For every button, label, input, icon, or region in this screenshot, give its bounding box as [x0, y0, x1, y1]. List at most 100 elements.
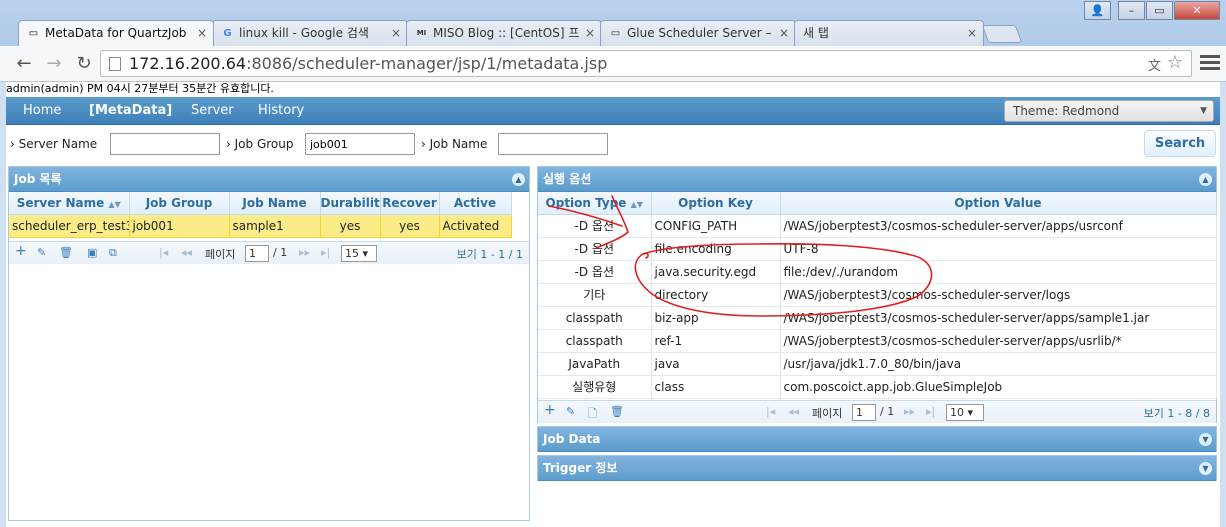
server-name-input[interactable] [110, 133, 220, 155]
col-header[interactable]: Server Name ▲▼ [9, 192, 130, 215]
page-size-select[interactable]: 10 ▾ [946, 404, 984, 421]
add-icon[interactable]: + [15, 243, 27, 259]
tab-glue[interactable]: ▭ Glue Scheduler Server – × [600, 20, 796, 46]
panel-title: Job Data ▼ [538, 427, 1216, 452]
nav-home[interactable]: Home [23, 103, 61, 118]
table-row[interactable]: -D 옵션 CONFIG_PATH/WAS/joberptest3/cosmos-… [538, 214, 1217, 238]
trigger-panel[interactable]: Trigger 정보 ▼ [537, 455, 1217, 481]
job-group-input[interactable] [305, 133, 415, 155]
close-icon[interactable]: × [197, 21, 207, 45]
edit-icon[interactable]: ✎ [566, 405, 575, 418]
cell: JavaPath [538, 352, 652, 376]
table-row[interactable]: 기타 directory/WAS/joberptest3/cosmos-sched… [538, 283, 1217, 307]
cell: directory [651, 283, 781, 307]
delete-icon[interactable]: 🗑 [59, 246, 73, 259]
close-icon[interactable]: × [585, 21, 595, 45]
forward-arrow-icon[interactable]: → [42, 52, 66, 76]
table-row[interactable]: classpath ref-1/WAS/joberptest3/cosmos-sc… [538, 329, 1217, 353]
tab-miso[interactable]: MI MISO Blog :: [CentOS] 프 × [406, 20, 602, 46]
last-page-icon[interactable]: ▸| [926, 405, 935, 418]
edit-icon[interactable]: ✎ [37, 246, 46, 259]
record-info: 보기 1 - 1 / 1 [456, 248, 523, 261]
nav-history[interactable]: History [258, 103, 304, 118]
next-page-icon[interactable]: ▸▸ [904, 405, 915, 418]
col-header[interactable]: Option Type ▲▼ [538, 192, 652, 215]
menu-icon[interactable] [1200, 55, 1220, 73]
expand-icon[interactable]: ▼ [1199, 433, 1212, 446]
star-icon[interactable]: ☆ [1167, 52, 1183, 73]
cell: -D 옵션 [538, 214, 652, 238]
cell: file:/dev/./urandom [780, 260, 1217, 284]
close-icon[interactable]: × [967, 21, 977, 45]
close-window-button[interactable]: ✕ [1174, 1, 1220, 20]
first-page-icon[interactable]: |◂ [159, 246, 168, 259]
add-icon[interactable]: + [544, 402, 556, 418]
nav-server[interactable]: Server [191, 103, 234, 118]
table-row[interactable]: scheduler_erp_test3 job001 sample1 yes y… [9, 214, 512, 238]
table-header-row: Server Name ▲▼ Job Group Job Name Durabi… [9, 192, 512, 215]
prev-page-icon[interactable]: ◂◂ [181, 246, 192, 259]
delete-icon[interactable]: 🗑 [610, 405, 624, 418]
table-row[interactable]: -D 옵션 file.encoding UTF-8 [538, 237, 1217, 261]
tab-google[interactable]: G linux kill - Google 검색 × [212, 20, 408, 46]
cell: yes [380, 214, 440, 238]
col-header[interactable]: Recover [380, 192, 440, 215]
table-row[interactable]: -D 옵션 java.security.egd file:/dev/./urando… [538, 260, 1217, 284]
cell: java [651, 352, 781, 376]
col-header[interactable]: Option Key [651, 192, 781, 215]
cell: /usr/java/jdk1.7.0_80/bin/java [780, 352, 1217, 376]
col-header[interactable]: Durabilit [320, 192, 381, 215]
table-row[interactable]: classpath biz-app/WAS/joberptest3/cosmos-… [538, 306, 1217, 330]
page-input[interactable]: 1 [852, 404, 876, 421]
tab-title: 새 탭 [803, 26, 829, 40]
col-header[interactable]: Job Group [129, 192, 230, 215]
page-input[interactable]: 1 [245, 245, 269, 262]
collapse-icon[interactable]: ▲ [512, 173, 525, 186]
job-table: Server Name ▲▼ Job Group Job Name Durabi… [9, 192, 512, 238]
cell: 실행유형 [538, 375, 652, 399]
user-icon[interactable]: 👤 [1084, 1, 1111, 20]
reload-icon[interactable]: ↻ [72, 52, 96, 76]
page-total: / 1 [880, 405, 895, 418]
job-name-label: › Job Name [421, 137, 488, 151]
search-button[interactable]: Search [1144, 130, 1216, 157]
job-data-panel[interactable]: Job Data ▼ [537, 426, 1217, 452]
new-tab-button[interactable] [981, 25, 1023, 43]
table-header-row: Option Type ▲▼ Option Key Option Value [538, 192, 1217, 215]
tab-new[interactable]: 새 탭 × [794, 20, 984, 46]
job-name-input[interactable] [498, 133, 608, 155]
browser-chrome: ▭ MetaData for QuartzJob × G linux kill … [0, 0, 1226, 82]
nav-metadata[interactable]: [MetaData] [89, 103, 172, 118]
minimize-button[interactable]: – [1118, 1, 1145, 20]
close-icon[interactable]: × [391, 21, 401, 45]
close-icon[interactable]: × [779, 21, 789, 45]
address-bar[interactable]: 172.16.200.64:8086/scheduler-manager/jsp… [100, 50, 1192, 77]
copy-icon[interactable]: ⧉ [109, 246, 117, 260]
table-row[interactable]: JavaPath java/usr/java/jdk1.7.0_80/bin/ja… [538, 352, 1217, 376]
option-table: Option Type ▲▼ Option Key Option Value -… [538, 192, 1217, 399]
cell: classpath [538, 306, 652, 330]
save-icon[interactable]: ▣ [87, 246, 97, 259]
page-icon [109, 57, 121, 71]
prev-page-icon[interactable]: ◂◂ [788, 405, 799, 418]
tab-strip: ▭ MetaData for QuartzJob × G linux kill … [0, 0, 1226, 46]
next-page-icon[interactable]: ▸▸ [299, 246, 310, 259]
table-row[interactable]: 실행유형 class com.poscoict.app.job.GlueSimple… [538, 375, 1217, 399]
last-page-icon[interactable]: ▸| [321, 246, 330, 259]
tab-metadata[interactable]: ▭ MetaData for QuartzJob × [18, 20, 214, 46]
page-content: admin(admin) PM 04시 27분부터 35분간 유효합니다. Ho… [6, 82, 1220, 527]
translate-icon[interactable]: 文 [1148, 55, 1161, 74]
expand-icon[interactable]: ▼ [1199, 462, 1212, 475]
col-header[interactable]: Job Name [229, 192, 321, 215]
first-page-icon[interactable]: |◂ [766, 405, 775, 418]
cell: scheduler_erp_test3 [9, 214, 130, 238]
back-arrow-icon[interactable]: ← [12, 52, 36, 76]
cell: /WAS/joberptest3/cosmos-scheduler-server… [780, 214, 1217, 238]
page-size-select[interactable]: 15 ▾ [341, 245, 377, 262]
col-header[interactable]: Option Value [780, 192, 1217, 215]
theme-select[interactable]: Theme: Redmond ▼ [1004, 100, 1214, 122]
view-icon[interactable]: 🗋 [588, 405, 597, 424]
collapse-icon[interactable]: ▲ [1199, 173, 1212, 186]
col-header[interactable]: Active [439, 192, 512, 215]
maximize-button[interactable]: ▭ [1146, 1, 1173, 20]
